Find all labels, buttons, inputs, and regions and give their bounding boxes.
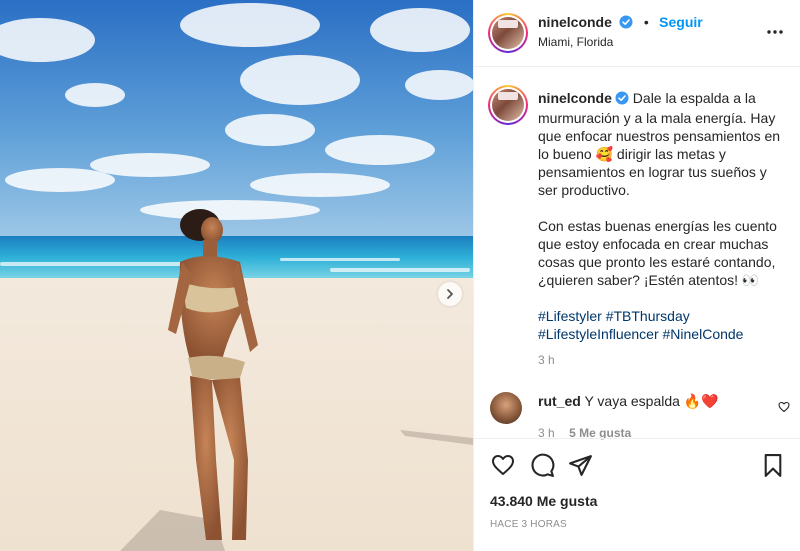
bookmark-icon[interactable]	[762, 453, 784, 483]
author-line: ninelconde • Seguir	[538, 14, 703, 34]
post-header: ninelconde • Seguir Miami, Florida	[474, 0, 800, 67]
action-bar: 43.840 Me gusta HACE 3 HORAS	[474, 438, 800, 551]
post-caption: ninelconde Dale la espalda a la murmurac…	[538, 89, 786, 343]
hashtags-line-1[interactable]: #Lifestyler #TBThursday	[538, 307, 786, 325]
more-options-icon[interactable]	[766, 22, 784, 40]
caption-paragraph-2: Con estas buenas energías les cuento que…	[538, 218, 777, 288]
caption-avatar[interactable]	[488, 85, 528, 125]
post-photo[interactable]	[0, 0, 473, 551]
beach-photo	[0, 0, 473, 551]
next-photo-button[interactable]	[438, 282, 462, 306]
comment-text: Y vaya espalda 🔥❤️	[584, 393, 719, 409]
post-side-panel: ninelconde • Seguir Miami, Florida ninel…	[473, 0, 800, 551]
caption-username[interactable]: ninelconde	[538, 90, 612, 106]
posted-ago[interactable]: HACE 3 HORAS	[490, 519, 567, 530]
follow-button[interactable]: Seguir	[659, 14, 703, 30]
author-avatar[interactable]	[488, 13, 528, 53]
likes-count[interactable]: 43.840 Me gusta	[490, 493, 597, 509]
emoji-smiling-hearts: 🥰	[595, 146, 614, 162]
commenter-avatar[interactable]	[490, 392, 522, 424]
chevron-right-icon	[447, 289, 453, 299]
small-heart-icon[interactable]	[778, 400, 790, 418]
instagram-post: ninelconde • Seguir Miami, Florida ninel…	[0, 0, 800, 551]
author-username[interactable]: ninelconde	[538, 14, 612, 30]
hashtags-line-2[interactable]: #LifestyleInfluencer #NinelConde	[538, 325, 786, 343]
verified-badge-icon	[619, 15, 633, 34]
comment-icon[interactable]	[530, 453, 555, 483]
verified-badge-icon	[615, 91, 629, 109]
location-link[interactable]: Miami, Florida	[538, 35, 613, 49]
separator-dot: •	[643, 14, 649, 30]
commenter-username[interactable]: rut_ed	[538, 393, 581, 409]
caption-time[interactable]: 3 h	[538, 353, 555, 367]
heart-icon[interactable]	[490, 453, 516, 482]
share-icon[interactable]	[568, 453, 593, 483]
